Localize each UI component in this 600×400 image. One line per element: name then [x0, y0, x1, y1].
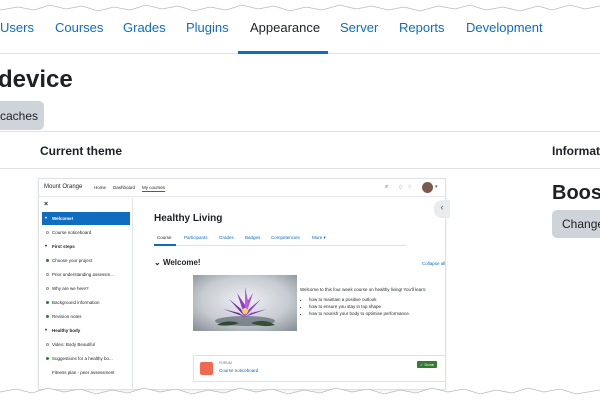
preview-section-title: ⌄ Welcome! — [154, 258, 201, 267]
preview-course-tabs: Course Participants Grades Badges Compet… — [154, 232, 406, 246]
water-lily-image — [193, 275, 297, 331]
preview-drawer-item: Background information — [42, 296, 130, 309]
preview-drawer-item: Prior understanding assessm... — [42, 268, 130, 281]
preview-drawer-item: Course noticeboard — [42, 226, 130, 239]
preview-drawer-label: Suggestions for a healthy bo... — [52, 356, 113, 361]
change-theme-button[interactable]: Change — [552, 210, 600, 238]
preview-nav-dashboard: Dashboard — [113, 185, 136, 190]
preview-drawer-label: Course noticeboard — [52, 230, 92, 235]
theme-name: Boos — [552, 182, 600, 204]
preview-drawer-item: Suggestions for a healthy bo... — [42, 352, 130, 365]
chat-icon: ◌ — [408, 184, 412, 190]
preview-done-badge: ✓ Done — [417, 361, 438, 368]
tab-appearance[interactable]: Appearance — [250, 20, 320, 35]
preview-drawer-item: Fitness plan - peer assessment — [42, 366, 130, 379]
completion-done-icon — [46, 301, 49, 304]
preview-tab-grades: Grades — [219, 235, 234, 240]
preview-welcome-text: Welcome to this four week course on heal… — [300, 287, 427, 292]
preview-drawer-item: Video: Body Beautiful — [42, 338, 130, 351]
page-title: device — [0, 66, 73, 93]
theme-preview-image: Mount Orange Home Dashboard My courses ⌕… — [38, 178, 446, 390]
preview-course-index: × ▾ Welcome! Course noticeboard ▾ First step… — [39, 198, 133, 389]
tab-development[interactable]: Development — [466, 20, 543, 35]
preview-drawer-section-selected: ▾ Welcome! — [42, 212, 130, 225]
preview-bullet-list: how to maintain a positive outlook how t… — [303, 296, 410, 317]
preview-drawer-section: ▾ Healthy body — [42, 324, 130, 337]
preview-drawer-label: Prior understanding assessm... — [52, 272, 115, 277]
preview-navbar: Mount Orange Home Dashboard My courses ⌕… — [39, 179, 445, 197]
preview-drawer-label: First steps — [52, 244, 75, 249]
preview-drawer-label: Choose your project — [52, 258, 93, 263]
chevron-down-icon: ▾ — [435, 184, 438, 190]
list-item: how to maintain a positive outlook — [309, 296, 410, 303]
preview-course-content: Healthy Living Course Participants Grade… — [137, 198, 446, 389]
preview-drawer-item: Choose your project — [42, 254, 130, 267]
tab-plugins[interactable]: Plugins — [186, 20, 229, 35]
preview-tab-participants: Participants — [184, 235, 208, 240]
completion-done-icon — [46, 357, 49, 360]
list-item: how to nourish your body to optimise per… — [309, 310, 410, 317]
preview-drawer-item: Revision notes — [42, 310, 130, 323]
tab-reports[interactable]: Reports — [399, 20, 445, 35]
preview-tab-competencies: Competencies — [271, 235, 300, 240]
preview-nav-my-courses: My courses — [142, 185, 166, 192]
search-icon: ⌕ — [385, 184, 389, 190]
admin-tab-bar: Users Courses Grades Plugins Appearance … — [0, 0, 600, 54]
completion-pending-icon — [46, 287, 49, 290]
purge-caches-button[interactable]: caches — [0, 101, 44, 130]
current-theme-heading: Current theme — [40, 144, 123, 158]
preview-drawer-label: Background information — [52, 300, 100, 305]
avatar — [422, 182, 433, 193]
preview-drawer-label: Video: Body Beautiful — [52, 342, 95, 347]
preview-drawer-label: Welcome! — [52, 216, 74, 221]
tab-grades[interactable]: Grades — [123, 20, 166, 35]
preview-course-title: Healthy Living — [154, 213, 223, 224]
bell-icon: ♢ — [398, 185, 404, 191]
preview-tab-badges: Badges — [245, 235, 261, 240]
preview-forum-name: Course noticeboard — [219, 368, 259, 373]
completion-pending-icon — [46, 343, 49, 346]
forum-icon — [200, 362, 213, 375]
preview-tab-more: More ▾ — [312, 235, 326, 240]
completion-done-icon — [46, 315, 49, 318]
tab-server[interactable]: Server — [340, 20, 378, 35]
list-item: how to ensure you stay in top shape — [309, 303, 410, 310]
tab-users[interactable]: Users — [0, 20, 34, 35]
preview-nav-home: Home — [94, 185, 107, 190]
theme-table-header: Current theme Informat — [0, 131, 600, 169]
chevron-down-icon: ▾ — [45, 215, 48, 220]
chevron-down-icon: ⌄ — [154, 258, 163, 267]
preview-drawer-item: Why are we here? — [42, 282, 130, 295]
preview-drawer-label: Fitness plan - peer assessment — [52, 370, 115, 375]
close-icon: × — [44, 201, 49, 208]
tab-courses[interactable]: Courses — [55, 20, 103, 35]
preview-collapse-all: Collapse all — [422, 261, 446, 266]
chevron-down-icon: ▾ — [45, 243, 48, 248]
preview-drawer-label: Revision notes — [52, 314, 82, 319]
preview-forum-type: FORUM — [219, 361, 232, 365]
preview-drawer-label: Why are we here? — [52, 286, 89, 291]
preview-forum-activity: FORUM Course noticeboard ✓ Done — [193, 355, 445, 382]
preview-drawer-section: ▾ First steps — [42, 240, 130, 253]
chevron-left-icon: ‹ — [434, 200, 450, 218]
preview-site-name: Mount Orange — [44, 184, 83, 190]
completion-pending-icon — [46, 273, 49, 276]
completion-done-icon — [46, 259, 49, 262]
preview-drawer-label: Healthy body — [52, 328, 81, 333]
preview-tab-indicator — [154, 244, 176, 246]
active-tab-indicator — [238, 51, 328, 54]
preview-section-label: Welcome! — [162, 258, 201, 267]
completion-pending-icon — [46, 231, 49, 234]
information-heading: Informat — [552, 144, 600, 158]
preview-tab-course: Course — [157, 235, 172, 240]
chevron-down-icon: ▾ — [45, 327, 48, 332]
